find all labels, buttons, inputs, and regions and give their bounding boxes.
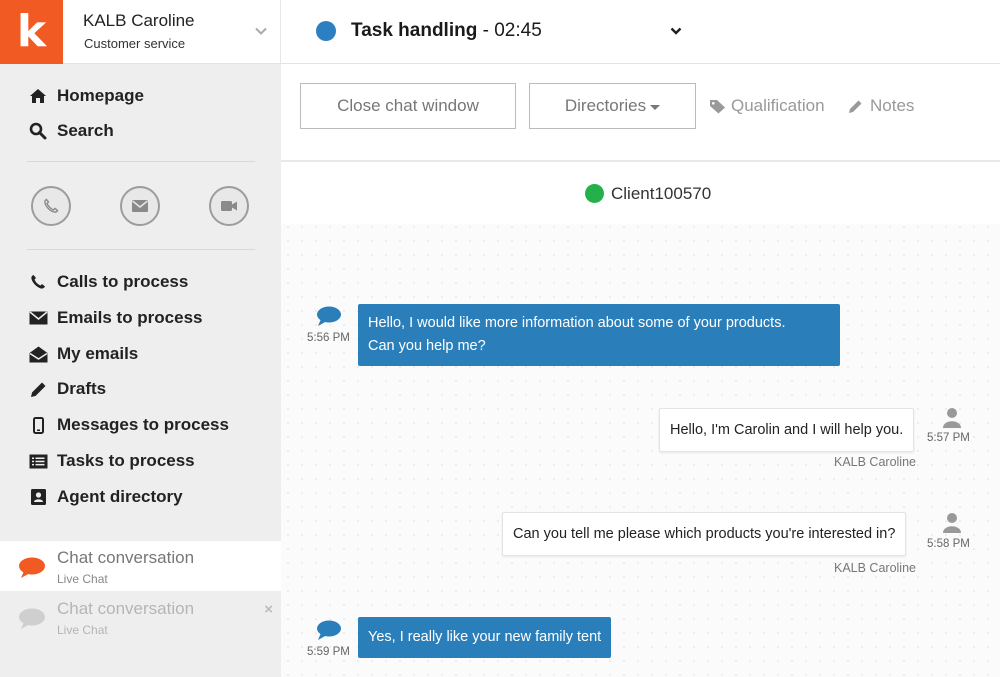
sidebar-item-label: My emails — [57, 344, 139, 363]
top-bar: k KALB Caroline Customer service Task ha… — [0, 0, 1000, 64]
client-name: Client100570 — [611, 184, 712, 203]
sidebar-item-tasks-to-process[interactable]: Tasks to process — [28, 449, 195, 473]
sidebar-item-messages-to-process[interactable]: Messages to process — [28, 413, 229, 437]
close-conversation-button[interactable]: × — [264, 601, 273, 618]
email-button[interactable] — [120, 186, 160, 226]
sidebar-item-label: Tasks to process — [57, 451, 195, 470]
task-separator: - — [477, 20, 495, 41]
client-message: Yes, I really like your new family tent — [358, 617, 612, 658]
sidebar-item-search[interactable]: Search — [28, 119, 114, 143]
chat-panel: Close chat window Directories Qualificat… — [281, 64, 1000, 677]
conversation-tab[interactable]: Chat conversation Live Chat × — [0, 592, 281, 642]
chevron-down-icon — [255, 27, 267, 35]
task-status-dropdown[interactable]: Task handling - 02:45 — [282, 0, 702, 64]
sidebar-item-label: Messages to process — [57, 415, 229, 434]
user-name: KALB Caroline — [83, 11, 195, 30]
conversation-subtitle: Live Chat — [57, 623, 108, 637]
chevron-down-icon — [670, 27, 682, 35]
message-time: 5:59 PM — [307, 646, 350, 658]
envelope-open-icon — [28, 345, 48, 363]
message-line: Hello, I would like more information abo… — [368, 315, 786, 331]
caret-down-icon — [650, 104, 661, 110]
tag-icon — [709, 98, 727, 114]
sidebar-item-my-emails[interactable]: My emails — [28, 342, 138, 366]
sidebar-item-label: Drafts — [57, 379, 107, 398]
pencil-icon — [848, 98, 866, 114]
video-call-button[interactable] — [209, 186, 249, 226]
phone-icon — [44, 198, 59, 213]
home-icon — [28, 87, 48, 105]
user-menu[interactable]: KALB Caroline Customer service — [63, 0, 281, 64]
message-line: Yes, I really like your new family tent — [368, 629, 602, 645]
envelope-icon — [28, 309, 48, 327]
message-time: 5:57 PM — [927, 432, 970, 444]
task-label: Task handling — [351, 20, 478, 41]
sidebar-item-agent-directory[interactable]: Agent directory — [28, 485, 183, 509]
user-role: Customer service — [84, 36, 186, 51]
contact-card-icon — [28, 488, 48, 506]
client-status-indicator — [585, 184, 604, 203]
close-chat-window-button[interactable]: Close chat window — [300, 83, 516, 129]
client-message: Hello, I would like more information abo… — [358, 304, 840, 366]
pencil-icon — [28, 380, 48, 398]
directories-label: Directories — [564, 96, 647, 115]
task-status-indicator — [316, 21, 336, 41]
sidebar-item-label: Calls to process — [57, 272, 189, 291]
sidebar-item-calls-to-process[interactable]: Calls to process — [28, 270, 188, 294]
sidebar: Homepage Search Calls to process Emails … — [0, 64, 281, 677]
chat-messages: Client100570 5:56 PM Hello, I would like… — [281, 164, 1000, 677]
notes-label: Notes — [870, 96, 915, 115]
agent-message: Can you tell me please which products yo… — [502, 512, 907, 556]
search-icon — [28, 122, 48, 140]
message-sender: KALB Caroline — [834, 561, 916, 575]
divider — [27, 161, 255, 162]
chat-bubble-icon — [317, 620, 341, 640]
sidebar-item-label: Homepage — [57, 86, 144, 105]
user-avatar-icon — [943, 408, 961, 428]
conversation-title: Chat conversation — [57, 548, 195, 567]
logo-letter: k — [16, 6, 47, 57]
phone-icon — [28, 273, 48, 291]
notes-link[interactable]: Notes — [848, 96, 914, 116]
chat-bubble-icon — [19, 557, 45, 578]
qualification-link[interactable]: Qualification — [709, 96, 825, 116]
chat-bubble-icon — [317, 306, 341, 326]
sidebar-item-drafts[interactable]: Drafts — [28, 377, 106, 401]
sidebar-item-label: Search — [57, 121, 114, 140]
message-time: 5:56 PM — [307, 332, 350, 344]
task-status-text: Task handling - 02:45 — [351, 20, 542, 42]
chat-toolbar: Close chat window Directories Qualificat… — [281, 64, 1000, 162]
client-header: Client100570 — [281, 164, 1000, 224]
video-camera-icon — [221, 201, 237, 211]
conversation-title: Chat conversation — [57, 599, 195, 618]
message-time: 5:58 PM — [927, 538, 970, 550]
qualification-label: Qualification — [731, 96, 825, 115]
task-timer: 02:45 — [494, 20, 542, 41]
user-avatar-icon — [943, 513, 961, 533]
directories-dropdown[interactable]: Directories — [529, 83, 696, 129]
mobile-phone-icon — [28, 416, 48, 434]
conversation-subtitle: Live Chat — [57, 572, 108, 586]
sidebar-item-label: Agent directory — [57, 487, 183, 506]
sidebar-item-emails-to-process[interactable]: Emails to process — [28, 306, 203, 330]
agent-message: Hello, I'm Carolin and I will help you. — [659, 408, 915, 452]
chat-bubble-icon — [19, 608, 45, 629]
conversation-tab-active[interactable]: Chat conversation Live Chat — [0, 541, 281, 591]
divider — [27, 249, 255, 250]
sidebar-item-label: Emails to process — [57, 308, 203, 327]
envelope-icon — [132, 200, 148, 212]
call-button[interactable] — [31, 186, 71, 226]
message-line: Can you help me? — [368, 338, 486, 354]
list-icon — [28, 452, 48, 470]
app-logo[interactable]: k — [0, 0, 63, 64]
sidebar-item-homepage[interactable]: Homepage — [28, 84, 144, 108]
message-sender: KALB Caroline — [834, 455, 916, 469]
